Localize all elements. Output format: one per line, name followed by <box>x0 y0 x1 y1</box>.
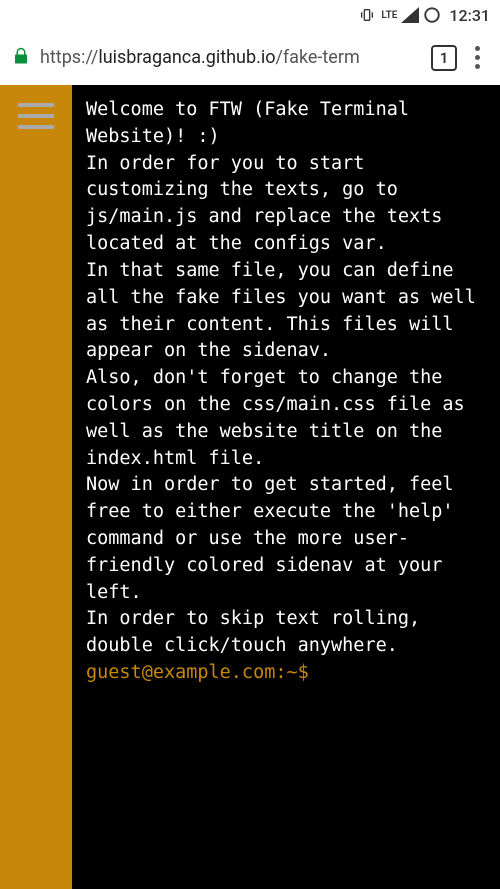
url-prefix: https:// <box>40 47 98 68</box>
terminal-line: In order to skip text rolling, double cl… <box>86 606 486 660</box>
terminal-line: Also, don't forget to change the colors … <box>86 365 486 472</box>
lock-icon <box>12 46 30 70</box>
url-field[interactable]: https://luisbraganca.github.io/fake-term <box>40 47 421 68</box>
sidenav[interactable] <box>0 85 72 889</box>
terminal[interactable]: Welcome to FTW (Fake Terminal Website)! … <box>72 85 500 889</box>
signal-icon <box>401 7 419 23</box>
page-content: Welcome to FTW (Fake Terminal Website)! … <box>0 85 500 889</box>
hamburger-icon[interactable] <box>18 103 54 129</box>
terminal-prompt[interactable]: guest@example.com:~$ <box>86 660 486 687</box>
terminal-line: In order for you to start customizing th… <box>86 151 486 258</box>
terminal-line: In that same file, you can define all th… <box>86 258 486 365</box>
tab-count-number: 1 <box>440 49 449 67</box>
url-path: /fake-term <box>275 47 359 68</box>
terminal-line: Welcome to FTW (Fake Terminal Website)! … <box>86 97 486 151</box>
url-host: luisbraganca.github.io <box>98 47 275 68</box>
cursor-icon <box>320 663 330 683</box>
vibrate-icon <box>357 7 377 23</box>
tab-switcher[interactable]: 1 <box>431 45 457 71</box>
clock-time: 12:31 <box>449 6 490 25</box>
status-bar: LTE 12:31 <box>0 0 500 30</box>
browser-address-bar: https://luisbraganca.github.io/fake-term… <box>0 30 500 85</box>
terminal-line: Now in order to get started, feel free t… <box>86 472 486 606</box>
lte-label: LTE <box>381 10 397 21</box>
sync-icon <box>423 6 441 24</box>
browser-menu-button[interactable] <box>467 42 488 73</box>
